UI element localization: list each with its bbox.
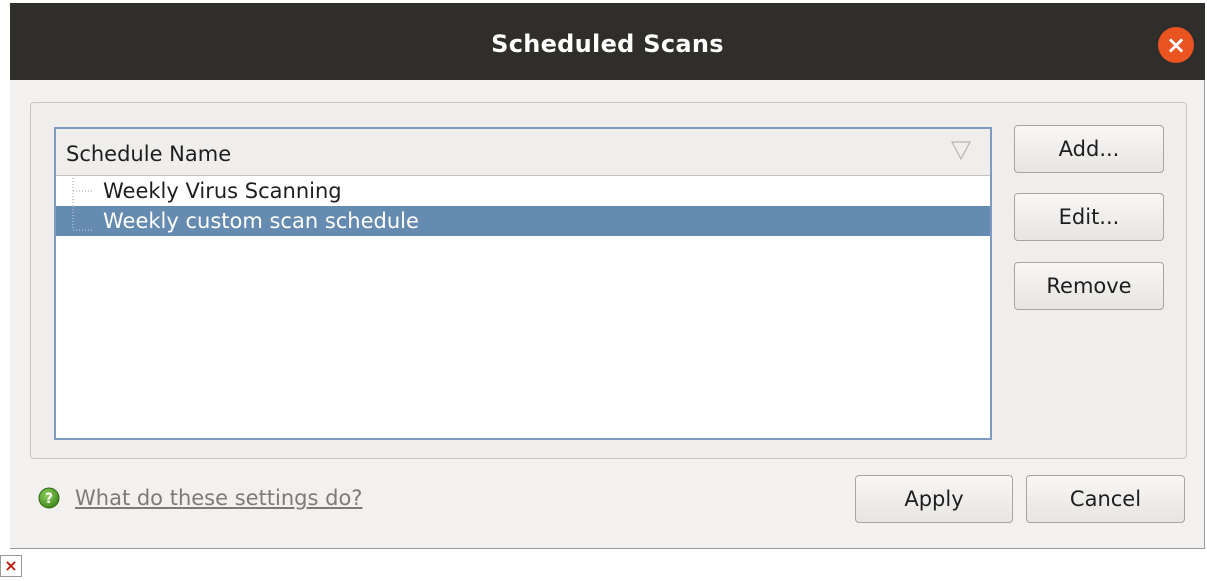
tree-branch-icon bbox=[72, 206, 94, 231]
cancel-button[interactable]: Cancel bbox=[1026, 475, 1185, 523]
list-item[interactable]: Weekly Virus Scanning bbox=[56, 176, 990, 206]
list-item-selected[interactable]: Weekly custom scan schedule bbox=[56, 206, 990, 236]
list-item-label: Weekly Virus Scanning bbox=[103, 179, 342, 203]
title-bar[interactable]: Scheduled Scans × bbox=[10, 3, 1205, 80]
schedule-list[interactable]: Schedule Name Weekly Virus Scanning Week… bbox=[54, 127, 992, 440]
close-button[interactable]: × bbox=[1158, 27, 1194, 63]
tree-branch-icon bbox=[72, 178, 94, 206]
close-icon: × bbox=[1165, 31, 1187, 59]
edit-button[interactable]: Edit... bbox=[1014, 193, 1164, 241]
schedule-name-column-header[interactable]: Schedule Name bbox=[56, 129, 990, 176]
add-button[interactable]: Add... bbox=[1014, 125, 1164, 173]
help-link[interactable]: What do these settings do? bbox=[75, 481, 362, 515]
scheduled-scans-dialog: Scheduled Scans × Schedule Name Weekly V… bbox=[10, 3, 1205, 549]
sort-descending-icon[interactable] bbox=[950, 139, 972, 161]
list-item-label: Weekly custom scan schedule bbox=[103, 209, 419, 233]
dialog-title: Scheduled Scans bbox=[491, 30, 724, 58]
column-header-label: Schedule Name bbox=[66, 142, 232, 166]
apply-button[interactable]: Apply bbox=[855, 475, 1013, 523]
svg-text:?: ? bbox=[45, 491, 53, 507]
help-icon: ? bbox=[38, 487, 60, 509]
remove-button[interactable]: Remove bbox=[1014, 262, 1164, 310]
broken-image-icon: × bbox=[0, 555, 22, 577]
